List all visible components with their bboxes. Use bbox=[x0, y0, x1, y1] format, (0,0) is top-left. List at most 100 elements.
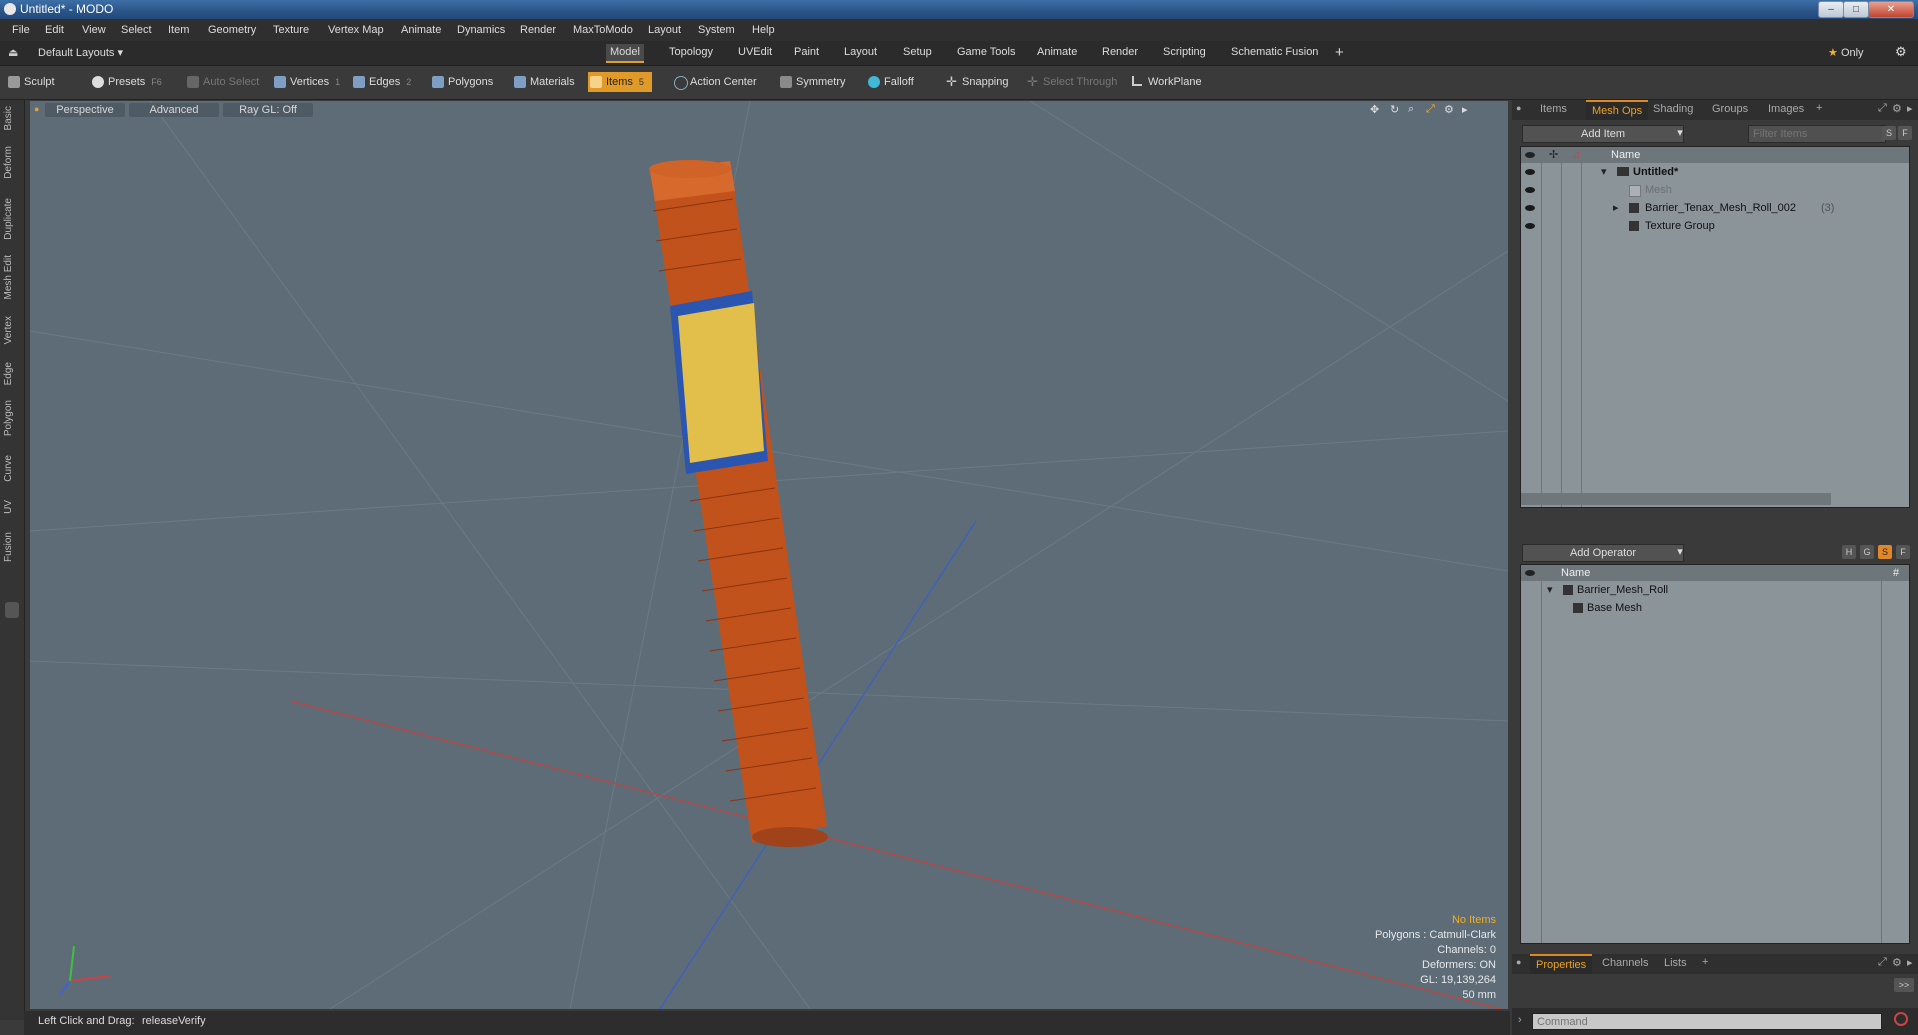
left-tab-curve[interactable]: Curve bbox=[3, 455, 14, 482]
menu-help[interactable]: Help bbox=[752, 24, 775, 36]
meshops-g-button[interactable]: G bbox=[1860, 545, 1874, 559]
tab-paint[interactable]: Paint bbox=[790, 44, 823, 61]
tab-images[interactable]: Images bbox=[1762, 100, 1810, 118]
expand-arrow-icon[interactable]: ▸ bbox=[1613, 199, 1619, 217]
panel-expand-icon[interactable]: ⤢ bbox=[1878, 956, 1887, 969]
expand-properties-button[interactable]: >> bbox=[1894, 978, 1914, 992]
meshop-row-barrier-mesh-roll[interactable]: ▾ Barrier_Mesh_Roll bbox=[1521, 581, 1909, 599]
left-tab-edge[interactable]: Edge bbox=[3, 362, 14, 385]
add-tab-icon[interactable]: + bbox=[1335, 44, 1344, 61]
menu-item[interactable]: Item bbox=[168, 24, 189, 36]
tab-items[interactable]: Items bbox=[1534, 100, 1573, 118]
action-center-button[interactable]: Action Center bbox=[672, 72, 757, 92]
left-tab-deform[interactable]: Deform bbox=[3, 146, 14, 179]
menu-system[interactable]: System bbox=[698, 24, 735, 36]
left-tab-polygon[interactable]: Polygon bbox=[3, 400, 14, 436]
layout-up-arrow-icon[interactable]: ⏏ bbox=[8, 46, 18, 59]
item-row-mesh[interactable]: Mesh bbox=[1521, 181, 1909, 199]
meshops-s-button[interactable]: S bbox=[1878, 545, 1892, 559]
left-tab-uv[interactable]: UV bbox=[3, 500, 14, 514]
menu-geometry[interactable]: Geometry bbox=[208, 24, 256, 36]
add-panel-tab-icon[interactable]: + bbox=[1816, 102, 1822, 114]
menu-vertex-map[interactable]: Vertex Map bbox=[328, 24, 384, 36]
left-tab-basic[interactable]: Basic bbox=[3, 106, 14, 130]
viewport-menu-icon[interactable]: ● bbox=[34, 104, 39, 114]
tab-mesh-ops[interactable]: Mesh Ops bbox=[1586, 100, 1649, 120]
menu-maxtomodo[interactable]: MaxToModo bbox=[573, 24, 633, 36]
tab-shading[interactable]: Shading bbox=[1647, 100, 1699, 118]
collapse-arrow-icon[interactable]: ▾ bbox=[1601, 163, 1607, 181]
maximize-button[interactable]: □ bbox=[1843, 1, 1869, 18]
menu-texture[interactable]: Texture bbox=[273, 24, 309, 36]
menu-dynamics[interactable]: Dynamics bbox=[457, 24, 505, 36]
tab-channels[interactable]: Channels bbox=[1596, 954, 1654, 972]
layout-selector[interactable]: Default Layouts ▾ bbox=[38, 46, 123, 59]
shading-mode-dropdown[interactable]: Advanced bbox=[129, 103, 219, 117]
tab-layout[interactable]: Layout bbox=[840, 44, 881, 61]
minimize-button[interactable]: – bbox=[1818, 1, 1844, 18]
panel-expand-icon[interactable]: ⤢ bbox=[1878, 102, 1887, 115]
workplane-button[interactable]: WorkPlane bbox=[1130, 72, 1202, 92]
panel-arrow-icon[interactable]: ▸ bbox=[1907, 956, 1913, 969]
fit-icon[interactable]: ⤢ bbox=[1426, 103, 1435, 116]
sculpt-button[interactable]: Sculpt bbox=[6, 72, 55, 92]
item-row-untitled[interactable]: ▾ Untitled* bbox=[1521, 163, 1909, 181]
presets-button[interactable]: Presets F6 bbox=[90, 72, 162, 92]
pan-icon[interactable]: ✥ bbox=[1370, 103, 1379, 116]
tab-topology[interactable]: Topology bbox=[665, 44, 717, 61]
left-tab-mesh-edit[interactable]: Mesh Edit bbox=[3, 255, 14, 299]
raygl-toggle[interactable]: Ray GL: Off bbox=[223, 103, 313, 117]
close-button[interactable]: ✕ bbox=[1868, 1, 1914, 18]
view-type-dropdown[interactable]: Perspective bbox=[45, 103, 125, 117]
item-row-barrier-roll[interactable]: ▸ Barrier_Tenax_Mesh_Roll_002 (3) bbox=[1521, 199, 1909, 217]
rotate-icon[interactable]: ↻ bbox=[1390, 103, 1399, 116]
item-row-texture-group[interactable]: Texture Group bbox=[1521, 217, 1909, 235]
viewport-settings-icon[interactable]: ⚙ bbox=[1444, 103, 1454, 116]
panel-menu-icon[interactable]: ● bbox=[1516, 957, 1521, 967]
tab-uvedit[interactable]: UVEdit bbox=[734, 44, 776, 61]
tab-groups[interactable]: Groups bbox=[1706, 100, 1754, 118]
falloff-button[interactable]: Falloff bbox=[866, 72, 914, 92]
tab-setup[interactable]: Setup bbox=[899, 44, 936, 61]
panel-arrow-icon[interactable]: ▸ bbox=[1907, 102, 1913, 115]
record-icon[interactable] bbox=[1894, 1012, 1908, 1026]
mesh-roll-object[interactable] bbox=[649, 160, 828, 847]
menu-file[interactable]: File bbox=[12, 24, 30, 36]
left-panel-toggle[interactable] bbox=[5, 602, 19, 618]
select-through-button[interactable]: ✛ Select Through bbox=[1025, 72, 1117, 92]
collapse-arrow-icon[interactable]: ▾ bbox=[1547, 581, 1553, 599]
menu-render[interactable]: Render bbox=[520, 24, 556, 36]
menu-edit[interactable]: Edit bbox=[45, 24, 64, 36]
materials-button[interactable]: Materials bbox=[512, 72, 575, 92]
menu-view[interactable]: View bbox=[82, 24, 106, 36]
add-operator-button[interactable]: Add Operator bbox=[1522, 544, 1684, 562]
tab-render[interactable]: Render bbox=[1098, 44, 1142, 61]
visibility-eye-icon[interactable] bbox=[1525, 223, 1535, 229]
edges-button[interactable]: Edges 2 bbox=[351, 72, 411, 92]
panel-settings-icon[interactable]: ⚙ bbox=[1892, 956, 1902, 969]
add-operator-dropdown-icon[interactable]: ▾ bbox=[1672, 544, 1688, 560]
vertices-button[interactable]: Vertices 1 bbox=[272, 72, 340, 92]
left-tab-duplicate[interactable]: Duplicate bbox=[3, 198, 14, 240]
item-list-scrollbar[interactable] bbox=[1521, 493, 1831, 505]
visibility-eye-icon[interactable] bbox=[1525, 169, 1535, 175]
only-toggle[interactable]: ★ Only bbox=[1828, 46, 1864, 59]
snapping-button[interactable]: ✛ Snapping bbox=[944, 72, 1009, 92]
menu-select[interactable]: Select bbox=[121, 24, 152, 36]
filter-items-input[interactable] bbox=[1748, 125, 1886, 143]
tab-scripting[interactable]: Scripting bbox=[1159, 44, 1210, 61]
filter-f-button[interactable]: F bbox=[1898, 126, 1912, 140]
panel-menu-icon[interactable]: ● bbox=[1516, 103, 1521, 113]
visibility-eye-icon[interactable] bbox=[1525, 205, 1535, 211]
auto-select-button[interactable]: Auto Select bbox=[185, 72, 259, 92]
add-item-dropdown-icon[interactable]: ▾ bbox=[1672, 125, 1688, 141]
zoom-icon[interactable]: ⌕ bbox=[1408, 103, 1414, 116]
tab-schematic-fusion[interactable]: Schematic Fusion bbox=[1227, 44, 1322, 61]
items-button[interactable]: Items 5 bbox=[588, 72, 652, 92]
filter-s-button[interactable]: S bbox=[1882, 126, 1896, 140]
tab-model[interactable]: Model bbox=[606, 44, 644, 63]
add-panel-tab-icon[interactable]: + bbox=[1702, 956, 1708, 968]
tab-lists[interactable]: Lists bbox=[1658, 954, 1693, 972]
meshops-h-button[interactable]: H bbox=[1842, 545, 1856, 559]
add-item-button[interactable]: Add Item bbox=[1522, 125, 1684, 143]
